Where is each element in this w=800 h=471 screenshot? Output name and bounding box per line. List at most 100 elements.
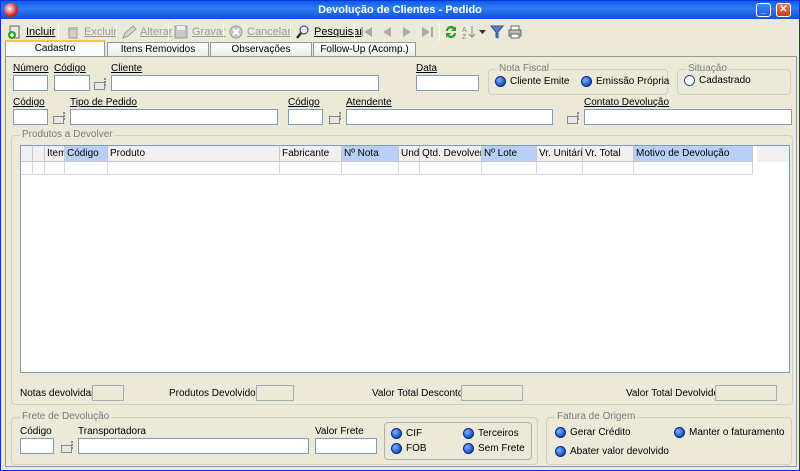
transportadora-input[interactable] [78,438,309,454]
last-record-icon[interactable] [419,24,435,40]
frete-codigo-input[interactable] [20,438,54,454]
window-title: Devolução de Clientes - Pedido [318,4,482,16]
column-n-lote[interactable]: Nº Lote [482,146,537,162]
terceiros-radio[interactable]: Terceiros [463,428,519,439]
terceiros-label: Terceiros [478,428,519,439]
gravar-button[interactable]: Gravar [173,22,226,42]
grid-header-filler [757,146,789,162]
column-qtd-devolver[interactable]: Qtd. Devolver [420,146,482,162]
valor-total-desconto-value [461,385,523,401]
produtos-title: Produtos a Devolver [20,129,115,140]
data-label: Data [416,63,438,74]
numero-input[interactable] [13,75,48,91]
filter-icon[interactable] [489,24,505,40]
situacao-group: Situação Cadastrado [677,63,791,95]
transportadora-label: Transportadora [78,426,146,437]
valor-frete-input[interactable] [315,438,377,454]
tab-observacoes[interactable]: Observações [210,42,312,56]
column-motivo-devolucao[interactable]: Motivo de Devolução [634,146,753,162]
tipo-pedido-input[interactable] [70,109,278,125]
alterar-button[interactable]: Alterar [121,22,172,42]
tipo-pedido-lookup-icon[interactable] [53,112,67,124]
refresh-icon[interactable] [443,24,459,40]
previous-record-icon[interactable] [379,24,395,40]
pencil-icon [122,25,137,39]
numero-label: Número [13,63,49,74]
codigo-tipo-label: Código [13,97,45,108]
cliente-input[interactable] [111,75,379,91]
sort-icon[interactable]: AZ [461,24,477,40]
column-vr-unitario[interactable]: Vr. Unitário [537,146,583,162]
frete-codigo-label: Código [20,426,52,437]
contato-devolucao-label: Contato Devolução [584,97,670,108]
abater-valor-radio[interactable]: Abater valor devolvido [555,446,669,457]
codigo-cliente-input[interactable] [54,75,90,91]
tab-follow-up[interactable]: Follow-Up (Acomp.) [313,42,416,56]
radio-icon [581,76,592,87]
cliente-lookup-icon[interactable] [94,78,108,90]
tab-cadastro[interactable]: Cadastro [5,40,105,57]
cancel-icon [229,25,243,39]
column-item[interactable]: Item [45,146,65,162]
transportadora-lookup-icon[interactable] [61,441,75,453]
atendente-lookup-icon[interactable] [329,112,343,124]
contato-devolucao-input[interactable] [584,109,792,125]
emissao-propria-radio[interactable]: Emissão Própria [581,76,669,87]
first-record-icon[interactable] [359,24,375,40]
cliente-emite-radio[interactable]: Cliente Emite [495,76,569,87]
column-vr-total[interactable]: Vr. Total [583,146,634,162]
valor-total-desconto-label: Valor Total Desconto: [372,388,467,399]
cadastrado-radio[interactable]: Cadastrado [684,75,751,86]
main-window: Devolução de Clientes - Pedido _ ✕ Inclu… [0,0,800,471]
toolbar: Incluir Excluir Alterar Gravar Cancelar … [3,21,799,43]
excluir-label: Excluir [84,26,118,38]
notas-devolvidas-value [92,385,124,401]
table-row [33,162,45,175]
radio-icon [495,76,506,87]
table-row [634,162,753,175]
pesquisar-label: Pesquisar [314,26,363,38]
incluir-button[interactable]: Incluir [7,22,55,42]
pesquisar-button[interactable]: Pesquisar [295,22,363,42]
frete-tipo-group: CIF Terceiros FOB Sem Frete [384,422,532,460]
chevron-down-icon[interactable] [479,27,486,37]
close-button[interactable]: ✕ [776,3,791,17]
gerar-credito-label: Gerar Crédito [570,427,631,438]
column-produto[interactable]: Produto [108,146,280,162]
minimize-button[interactable]: _ [756,3,771,17]
print-icon[interactable] [507,24,523,40]
fob-radio[interactable]: FOB [391,443,427,454]
cif-radio[interactable]: CIF [391,428,422,439]
radio-icon [463,443,474,454]
table-row [280,162,342,175]
column-n-nota[interactable]: Nº Nota [342,146,399,162]
cancelar-label: Cancelar [247,26,292,38]
manter-faturamento-radio[interactable]: Manter o faturamento [674,427,785,438]
codigo-tipo-input[interactable] [13,109,48,125]
column-fabricante[interactable]: Fabricante [280,146,342,162]
svg-text:Z: Z [462,34,467,40]
produtos-grid[interactable]: Item Código Produto Fabricante Nº Nota U… [20,145,790,373]
contato-lookup-icon[interactable] [567,112,581,124]
valor-total-devolvido-label: Valor Total Devolvido: [626,388,722,399]
column-codigo[interactable]: Código [65,146,108,162]
gerar-credito-radio[interactable]: Gerar Crédito [555,427,631,438]
next-record-icon[interactable] [399,24,415,40]
table-row [45,162,65,175]
excluir-button[interactable]: Excluir [65,22,117,42]
fatura-origem-title: Fatura de Origem [555,411,638,422]
cadastrado-label: Cadastrado [699,75,751,86]
tab-itens-removidos[interactable]: Itens Removidos [107,42,209,56]
sem-frete-radio[interactable]: Sem Frete [463,443,525,454]
radio-icon [555,446,566,457]
column-und[interactable]: Und. [399,146,420,162]
cancelar-button[interactable]: Cancelar [228,22,291,42]
atendente-label: Atendente [346,97,392,108]
codigo-atendente-input[interactable] [288,109,323,125]
atendente-input[interactable] [346,109,553,125]
sem-frete-label: Sem Frete [478,443,525,454]
data-input[interactable] [416,75,479,91]
table-row [108,162,280,175]
table-row [399,162,420,175]
produtos-devolvidos-value [256,385,294,401]
